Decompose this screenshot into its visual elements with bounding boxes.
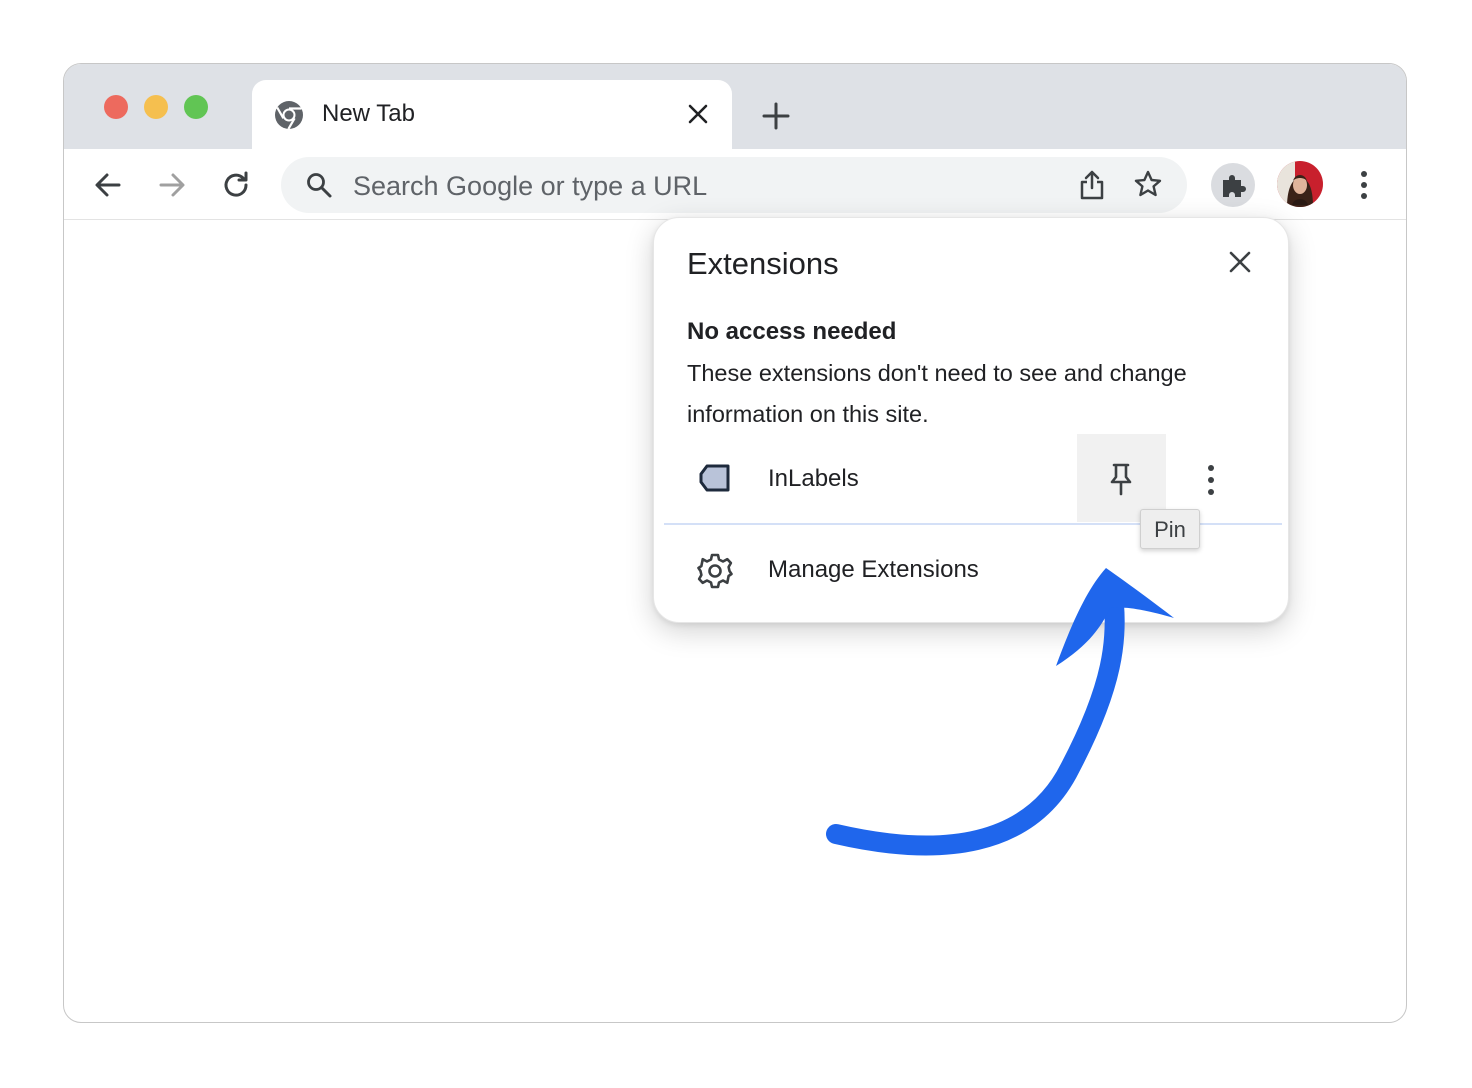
search-input[interactable] — [353, 171, 993, 202]
kebab-menu-icon[interactable] — [1194, 462, 1228, 498]
puzzle-icon — [1223, 175, 1246, 197]
back-arrow-icon[interactable] — [92, 169, 124, 201]
reload-icon[interactable] — [220, 169, 252, 201]
forward-arrow-icon[interactable] — [156, 169, 188, 201]
star-icon[interactable] — [1133, 169, 1163, 199]
share-icon[interactable] — [1077, 169, 1107, 201]
extensions-button[interactable] — [1211, 163, 1255, 207]
popup-title: Extensions — [687, 246, 839, 281]
toolbar — [64, 149, 1406, 220]
omnibox[interactable] — [281, 157, 1187, 213]
extension-name[interactable]: InLabels — [768, 465, 859, 493]
avatar[interactable] — [1277, 161, 1323, 207]
kebab-menu-icon[interactable] — [1348, 167, 1380, 203]
curved-arrow-annotation — [826, 568, 1174, 856]
window-zoom-button[interactable] — [184, 95, 208, 119]
tab-new-tab[interactable]: New Tab — [252, 80, 732, 150]
tag-icon — [699, 464, 730, 492]
section-heading: No access needed — [687, 318, 897, 345]
close-icon[interactable] — [684, 100, 712, 128]
plus-icon[interactable] — [760, 100, 792, 132]
gear-icon — [697, 553, 733, 589]
tab-strip: New Tab — [64, 64, 1406, 150]
window-minimize-button[interactable] — [144, 95, 168, 119]
window-close-button[interactable] — [104, 95, 128, 119]
section-description: These extensions don't need to see and c… — [687, 360, 1187, 427]
tab-title: New Tab — [322, 100, 415, 127]
chrome-icon — [275, 101, 303, 130]
pin-tooltip: Pin — [1140, 509, 1200, 549]
search-icon — [307, 173, 332, 198]
close-icon[interactable] — [1226, 248, 1254, 276]
pin-icon — [1110, 463, 1132, 496]
